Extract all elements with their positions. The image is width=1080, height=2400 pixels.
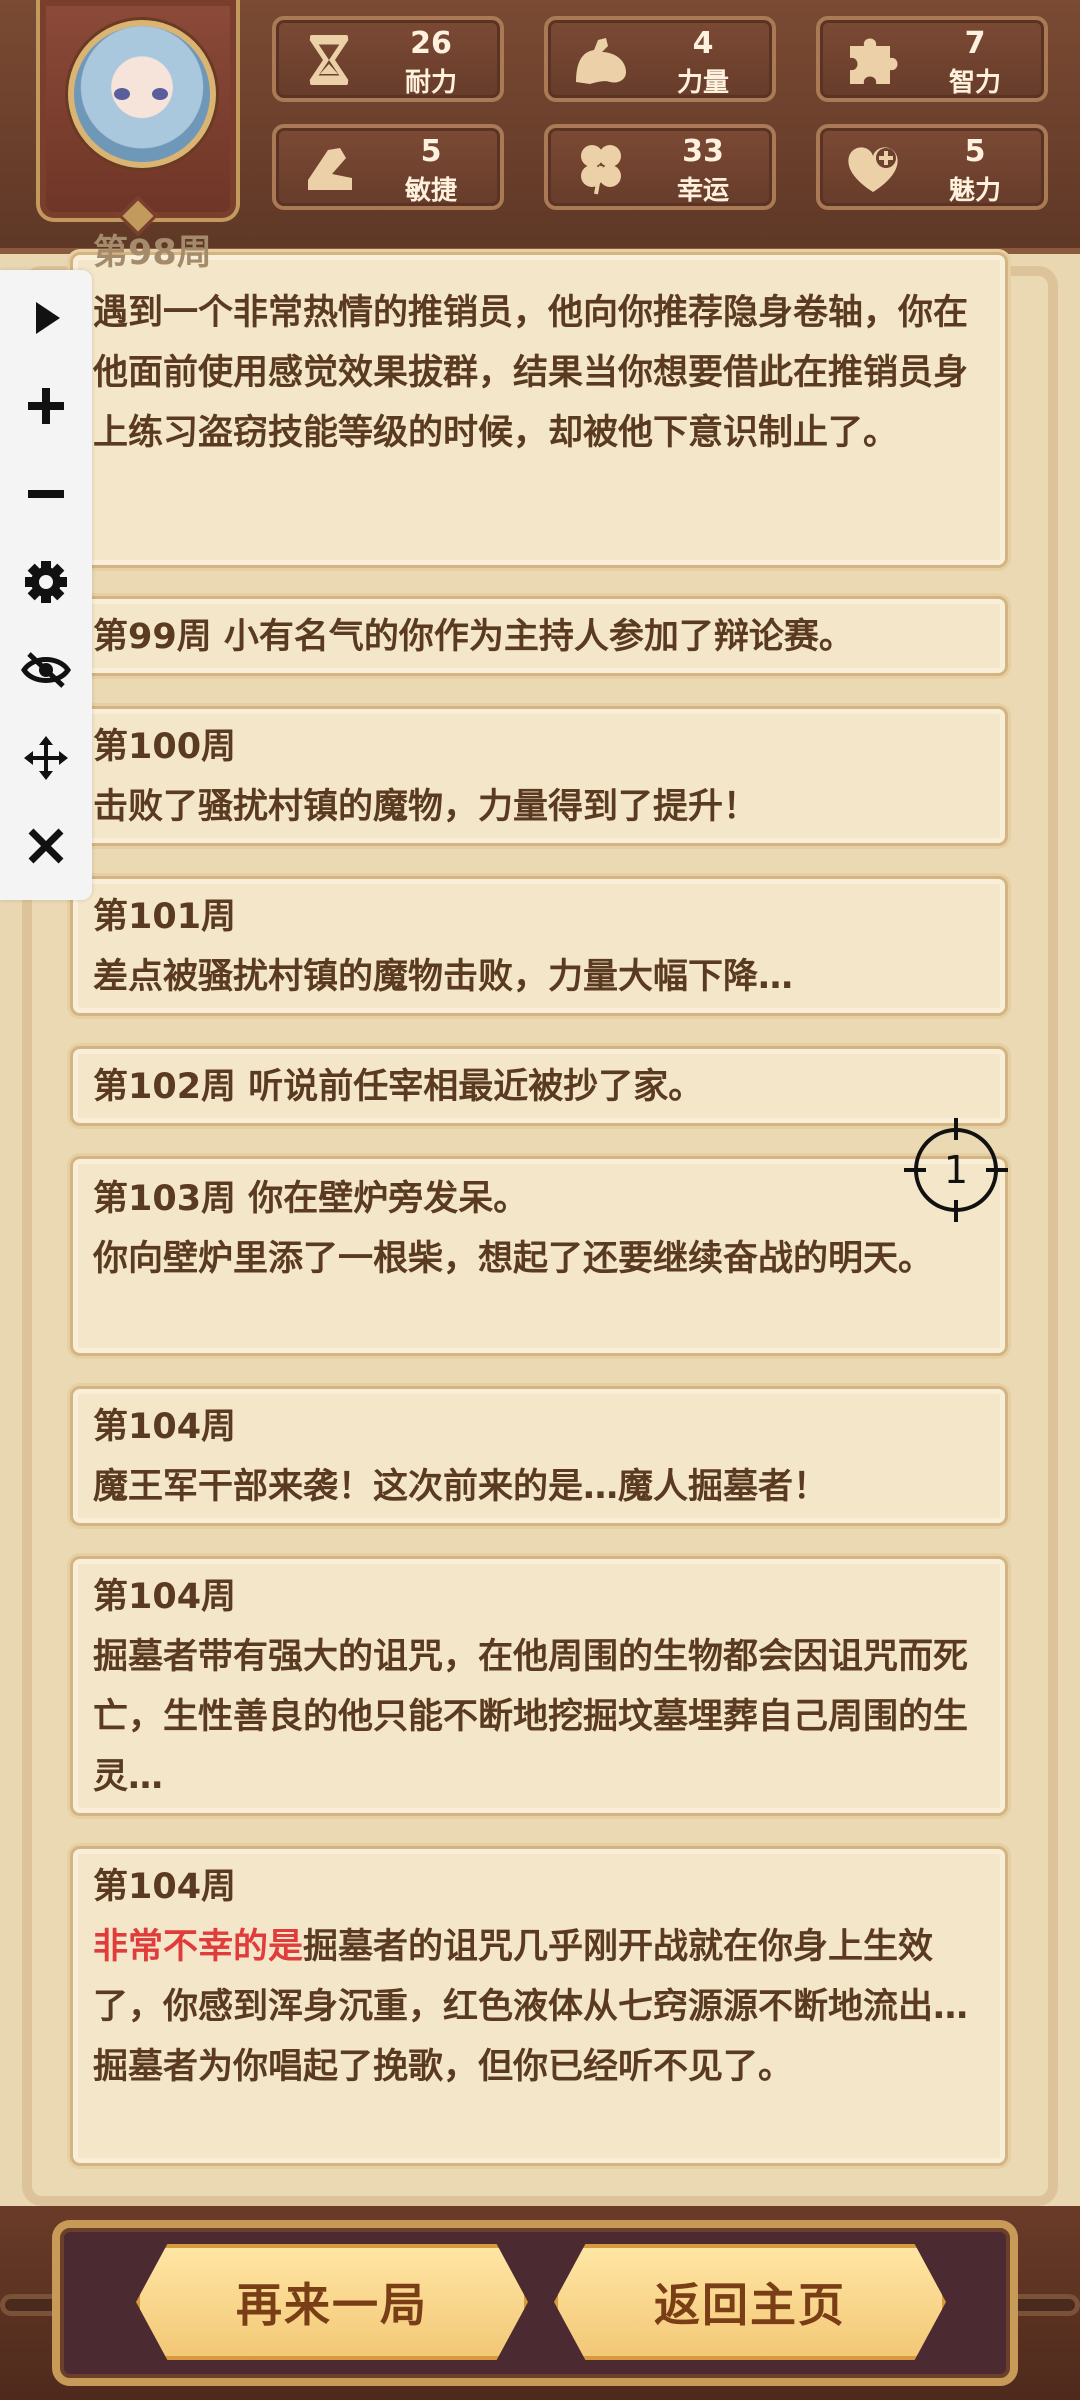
log-week: 第104周 xyxy=(93,1867,237,1907)
log-entry-final: 第104周 非常不幸的是掘墓者的诅咒几乎刚开战就在你身上生效了，你感到浑身沉重，… xyxy=(70,1846,1008,2166)
log-highlight: 非常不幸的是 xyxy=(93,1927,304,1967)
avatar[interactable] xyxy=(68,20,216,168)
bottom-bar: 再来一局 返回主页 xyxy=(0,2206,1080,2400)
marker-label: 1 xyxy=(944,1148,968,1192)
stat-intelligence: 7 智力 xyxy=(816,16,1048,102)
minus-icon[interactable] xyxy=(20,468,72,520)
log-week: 第100周 xyxy=(93,727,237,767)
puzzle-icon xyxy=(850,38,898,84)
plus-icon[interactable] xyxy=(20,380,72,432)
stat-agility: 5 敏捷 xyxy=(272,124,504,210)
stat-value: 4 xyxy=(692,26,714,61)
log-entry: 第103周 你在壁炉旁发呆。 你向壁炉里添了一根柴，想起了还要继续奋战的明天。 xyxy=(70,1156,1008,1356)
stat-label: 耐力 xyxy=(404,68,457,98)
log-week: 第98周 xyxy=(93,233,212,273)
close-icon[interactable] xyxy=(20,820,72,872)
log-entry: 第98周 遇到一个非常热情的推销员，他向你推荐隐身卷轴，你在他面前使用感觉效果拔… xyxy=(70,233,1008,568)
stat-strength: 4 力量 xyxy=(544,16,776,102)
log-text: 遇到一个非常热情的推销员，他向你推荐隐身卷轴，你在他面前使用感觉效果拔群，结果当… xyxy=(93,293,969,453)
stat-value: 26 xyxy=(410,26,452,61)
hourglass-icon xyxy=(309,35,349,85)
crosshair-marker[interactable]: 1 xyxy=(904,1118,1008,1222)
log-text: 你向壁炉里添了一根柴，想起了还要继续奋战的明天。 xyxy=(93,1239,934,1279)
stat-label: 幸运 xyxy=(676,176,729,206)
stat-endurance: 26 耐力 xyxy=(272,16,504,102)
log-text: 非常不幸的是掘墓者的诅咒几乎刚开战就在你身上生效了，你感到浑身沉重，红色液体从七… xyxy=(93,1917,983,2097)
log-entry: 第101周 差点被骚扰村镇的魔物击败，力量大幅下降… xyxy=(70,876,1008,1016)
log-entry: 第104周 掘墓者带有强大的诅咒，在他周围的生物都会因诅咒而死亡，生性善良的他只… xyxy=(70,1556,1008,1816)
heart-plus-icon xyxy=(848,147,898,192)
log-entry: 第99周 小有名气的你作为主持人参加了辩论赛。 xyxy=(70,596,1008,676)
log-week: 第104周 xyxy=(93,1407,237,1447)
stat-label: 力量 xyxy=(676,68,729,98)
log-text: 魔王军干部来袭！这次前来的是…魔人掘墓者！ xyxy=(93,1467,829,1507)
log-entry: 第104周 魔王军干部来袭！这次前来的是…魔人掘墓者！ xyxy=(70,1386,1008,1526)
stat-value: 5 xyxy=(964,134,986,169)
log-week: 第103周 你在壁炉旁发呆。 xyxy=(93,1179,529,1219)
stats-header: 26 耐力 4 力量 7 智力 5 敏捷 33 幸运 5 魅力 xyxy=(0,0,1080,254)
portrait-frame xyxy=(36,0,240,222)
stat-value: 33 xyxy=(682,134,724,169)
eye-off-icon[interactable] xyxy=(20,644,72,696)
floating-toolbar xyxy=(0,270,92,900)
log-entry: 第100周 击败了骚扰村镇的魔物，力量得到了提升！ xyxy=(70,706,1008,846)
gear-icon[interactable] xyxy=(20,556,72,608)
stat-charm: 5 魅力 xyxy=(816,124,1048,210)
stat-label: 魅力 xyxy=(948,176,1001,206)
stat-label: 敏捷 xyxy=(404,176,457,206)
stat-value: 7 xyxy=(964,26,986,61)
stat-value: 5 xyxy=(420,134,442,169)
log-text: 击败了骚扰村镇的魔物，力量得到了提升！ xyxy=(93,787,759,827)
log-text: 第99周 小有名气的你作为主持人参加了辩论赛。 xyxy=(93,617,854,657)
log-week: 第101周 xyxy=(93,897,237,937)
log-week: 第104周 xyxy=(93,1577,237,1617)
boot-icon xyxy=(308,148,352,190)
play-again-button[interactable]: 再来一局 xyxy=(136,2244,528,2360)
log-text: 掘墓者带有强大的诅咒，在他周围的生物都会因诅咒而死亡，生性善良的他只能不断地挖掘… xyxy=(93,1637,969,1797)
log-entry: 第102周 听说前任宰相最近被抄了家。 xyxy=(70,1046,1008,1126)
play-icon[interactable] xyxy=(20,292,72,344)
log-text: 第102周 听说前任宰相最近被抄了家。 xyxy=(93,1067,704,1107)
muscle-arm-icon xyxy=(576,38,626,84)
stat-label: 智力 xyxy=(948,68,1001,98)
log-text: 差点被骚扰村镇的魔物击败，力量大幅下降… xyxy=(93,957,794,997)
clover-icon xyxy=(581,145,621,195)
stat-luck: 33 幸运 xyxy=(544,124,776,210)
return-home-button[interactable]: 返回主页 xyxy=(554,2244,946,2360)
move-icon[interactable] xyxy=(20,732,72,784)
